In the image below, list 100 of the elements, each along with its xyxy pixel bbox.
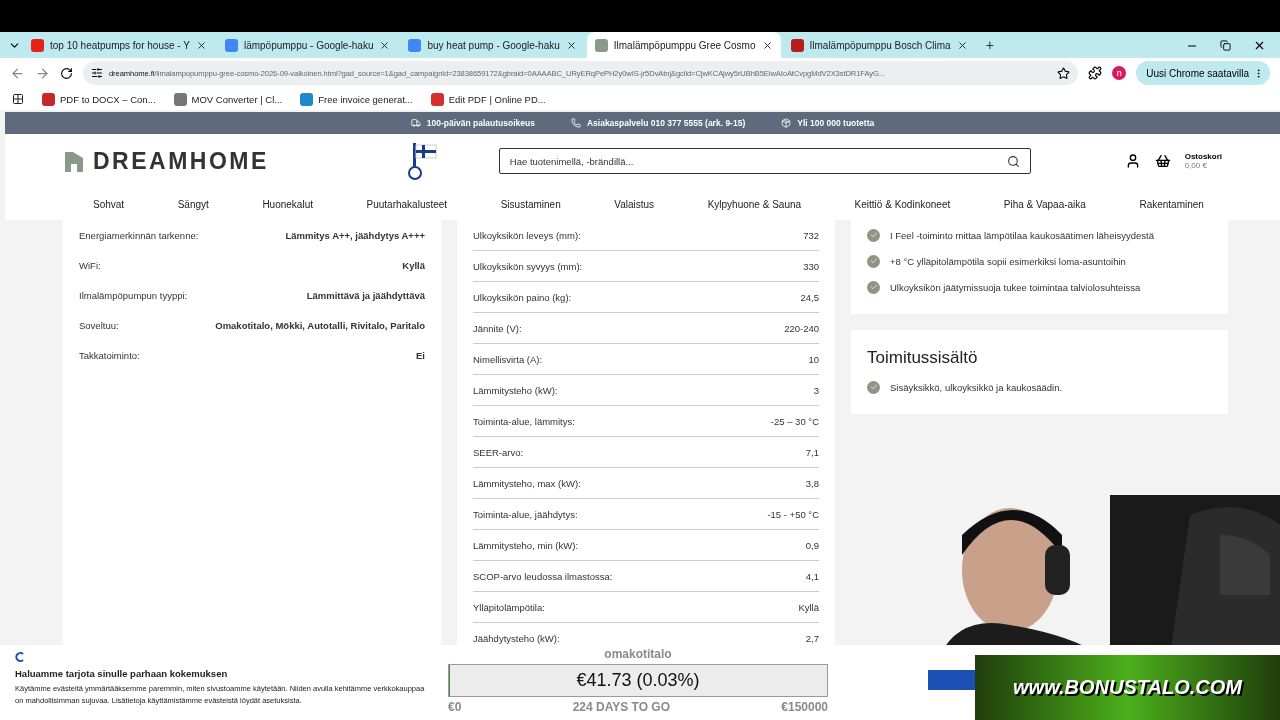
spec-label: Energiamerkinnän tarkenne: [79, 229, 199, 241]
info-icon [410, 118, 421, 128]
nav-link[interactable]: Sohvat [93, 198, 125, 210]
goal-days: 224 DAYS TO GO [572, 700, 670, 714]
spec-value: 4,1 [805, 570, 819, 582]
check-icon [867, 280, 880, 294]
nav-link[interactable]: Sängyt [177, 198, 209, 210]
close-icon[interactable] [379, 39, 391, 51]
feature-text: Sisäyksikkö, ulkoyksikkö ja kaukosäädin. [890, 381, 1063, 393]
spec-label: Ylläpitolämpötila: [473, 601, 545, 613]
brand-banner: www.BONUSTALO.COM [975, 655, 1280, 720]
spec-label: SCOP-arvo leudossa ilmastossa: [473, 570, 613, 582]
favicon-icon [790, 38, 804, 52]
site-logo[interactable]: DREAMHOME [63, 147, 269, 175]
goal-amount: €41.73 (0.03%) [576, 670, 700, 691]
spec-value: Ei [416, 349, 425, 361]
spec-label: Lämmitysteho (kW): [473, 384, 558, 396]
spec-label: Jännite (V): [473, 322, 522, 334]
spec-label: Ulkoyksikön paino (kg): [473, 291, 572, 303]
spec-label: Toiminta-alue, jäähdytys: [473, 508, 578, 520]
bookmark-link[interactable]: Edit PDF | Online PD... [430, 92, 546, 106]
new-tab-button[interactable]: + [977, 37, 1002, 58]
browser-tab[interactable]: lämpöpumppu - Google-haku [216, 32, 399, 58]
favicon-icon [594, 38, 608, 52]
spec-value: 7,1 [805, 446, 819, 458]
bookmark-star-icon[interactable] [1057, 66, 1071, 80]
check-icon [867, 254, 880, 268]
check-icon [867, 228, 880, 242]
apps-icon[interactable] [12, 93, 24, 105]
favicon-icon [408, 38, 422, 52]
close-icon[interactable] [565, 39, 577, 51]
nav-link[interactable]: Puutarhakalusteet [366, 198, 448, 210]
search-icon[interactable] [1006, 154, 1020, 168]
feature-text: Ulkoyksikön jäätymissuoja tukee toimintaa talviolosuhteissa [890, 281, 1141, 293]
spec-value: 220-240 [784, 322, 819, 334]
spec-label: WiFi: [79, 259, 101, 271]
spec-label: SEER-arvo: [473, 446, 524, 458]
site-settings-icon[interactable] [91, 67, 103, 79]
spec-value: 0,9 [805, 539, 819, 551]
close-icon[interactable] [956, 39, 968, 51]
close-icon[interactable] [761, 39, 773, 51]
spec-label: Ulkoyksikön syvyys (mm): [473, 260, 583, 272]
spec-label: Lämmitysteho, max (kW): [473, 477, 581, 489]
forward-icon[interactable] [35, 65, 50, 81]
spec-value: 3,8 [805, 477, 819, 489]
search-field[interactable]: Hae tuotenimellä, -brändillä... [498, 148, 1031, 174]
goal-target: €150000 [781, 700, 828, 714]
spec-label: Takkatoiminto: [79, 349, 140, 361]
browser-tab[interactable]: top 10 heatpumps for house - Y [23, 32, 215, 58]
info-text: Asiakaspalvelu 010 377 5555 (ark. 9-15) [586, 118, 746, 128]
browser-tab[interactable]: Ilmalämpöpumppu Bosch Clima [782, 32, 976, 58]
profile-avatar[interactable]: n [1112, 66, 1127, 80]
browser-tab[interactable]: Ilmalämpöpumppu Gree Cosmo [586, 32, 781, 58]
bookmark-link[interactable]: Free invoice generat... [300, 92, 413, 106]
nav-link[interactable]: Kylpyhuone & Sauna [707, 198, 802, 210]
update-button[interactable]: Uusi Chrome saatavilla [1136, 61, 1270, 85]
favicon-icon [31, 38, 44, 52]
close-icon[interactable] [195, 39, 207, 51]
spec-value: 732 [803, 229, 819, 241]
nav-link[interactable]: Sisustaminen [500, 198, 561, 210]
close-icon[interactable] [1253, 39, 1266, 52]
browser-tab[interactable]: buy heat pump - Google-haku [400, 32, 585, 58]
spec-label: Toiminta-alue, lämmitys: [473, 415, 575, 427]
spec-value: -15 - +50 °C [767, 508, 819, 520]
feature-text: +8 °C ylläpitolämpötila sopii esimerkiksi loma-asuntoihin [890, 255, 1126, 267]
cookie-title: Haluamme tarjota sinulle parhaan kokemuksen [15, 668, 229, 679]
feature-text: I Feel -toiminto mittaa lämpötilaa kaukosäätimen läheisyydestä [890, 229, 1154, 241]
nav-link[interactable]: Keittiö & Kodinkoneet [854, 198, 951, 210]
section-heading: Toimitussisältö [867, 348, 979, 368]
reload-icon[interactable] [60, 66, 73, 80]
cookie-logo-icon [15, 652, 25, 662]
spec-value: 2,7 [805, 632, 819, 644]
restore-icon[interactable] [1220, 40, 1231, 51]
spec-value: Kyllä [402, 259, 425, 271]
info-icon [570, 118, 581, 128]
info-text: 100-päivän palautusoikeus [426, 118, 535, 128]
spec-value: Lämmitys A++, jäähdytys A+++ [285, 229, 425, 241]
nav-link[interactable]: Rakentaminen [1139, 198, 1204, 210]
cart-icon[interactable] [1154, 153, 1171, 169]
spec-label: Jäähdytysteho (kW): [473, 632, 560, 644]
check-icon [867, 380, 880, 394]
info-text: Yli 100 000 tuotetta [797, 118, 875, 128]
spec-value: Lämmittävä ja jäähdyttävä [306, 289, 425, 301]
spec-value: Omakotitalo, Mökki, Autotalli, Rivitalo, Paritalo [215, 319, 425, 331]
spec-label: Soveltuu: [79, 319, 119, 331]
nav-link[interactable]: Piha & Vapaa-aika [1003, 198, 1086, 210]
nav-link[interactable]: Valaistus [614, 198, 655, 210]
bookmark-link[interactable]: MOV Converter | Cl... [173, 92, 283, 106]
bookmark-link[interactable]: PDF to DOCX – Con... [42, 92, 156, 106]
back-icon[interactable] [10, 65, 25, 81]
spec-value: 3 [813, 384, 819, 396]
spec-value: 10 [808, 353, 819, 365]
cart-label[interactable]: Ostoskori [1184, 152, 1222, 161]
spec-value: Kyllä [798, 601, 819, 613]
spec-label: Lämmitysteho, min (kW): [473, 539, 579, 551]
spec-label: Ilmalämpöpumpun tyyppi: [79, 289, 188, 301]
extensions-icon[interactable] [1088, 66, 1103, 80]
info-icon [781, 118, 792, 128]
nav-link[interactable]: Huonekalut [262, 198, 313, 210]
spec-value: 330 [803, 260, 819, 272]
